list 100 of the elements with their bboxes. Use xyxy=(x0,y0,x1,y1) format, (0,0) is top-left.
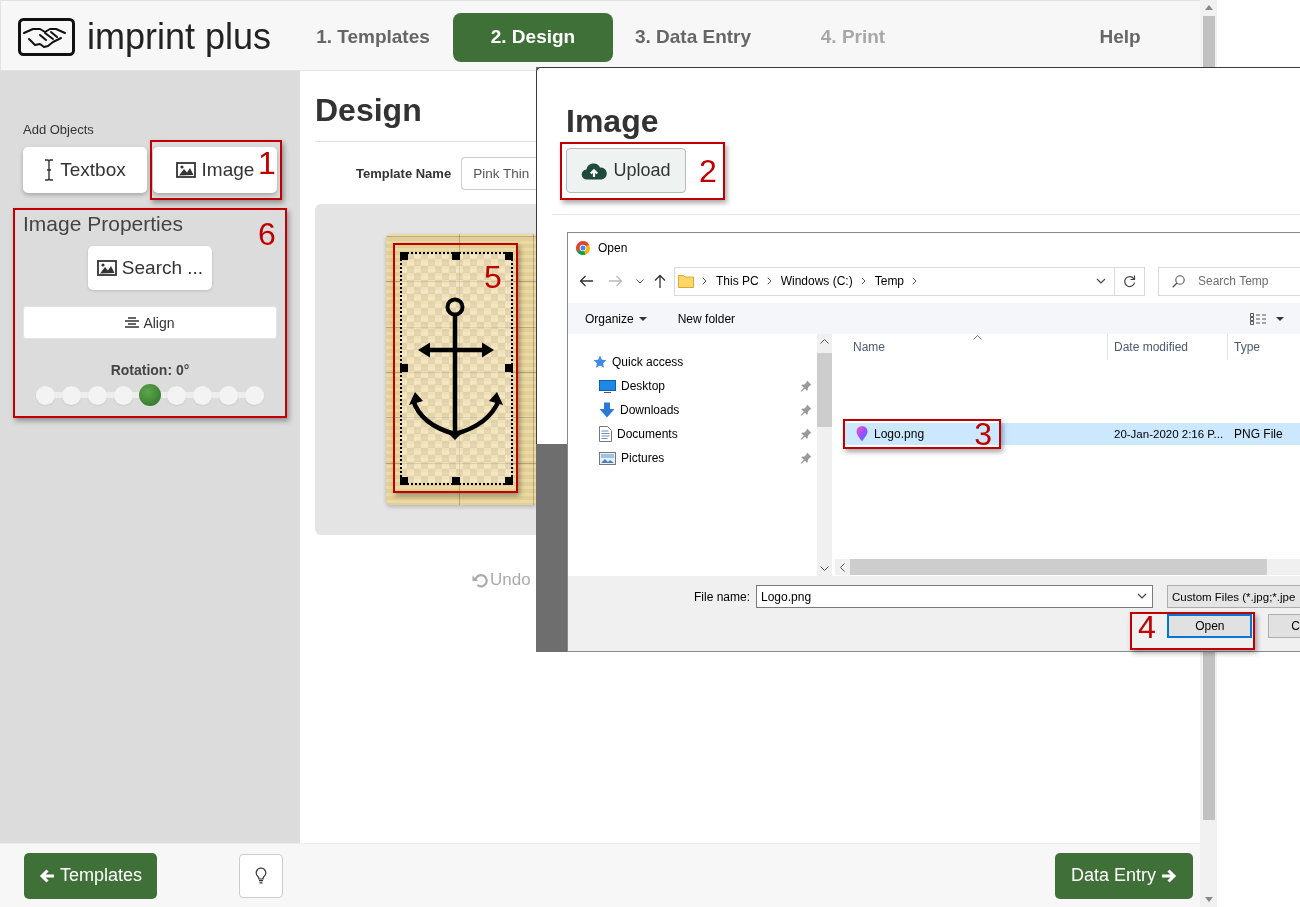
annotation-number: 6 xyxy=(258,218,276,250)
previous-step-button[interactable]: Templates xyxy=(24,852,157,899)
next-step-button[interactable]: Data Entry xyxy=(1055,852,1193,899)
slider-stop[interactable] xyxy=(114,385,134,405)
open-button[interactable]: Open xyxy=(1167,614,1253,638)
dialog-title: Image xyxy=(566,102,660,140)
cancel-button[interactable]: C xyxy=(1268,614,1300,638)
caret-down-icon[interactable] xyxy=(1276,316,1284,321)
scroll-up-icon[interactable] xyxy=(820,339,829,344)
cloud-upload-icon xyxy=(581,161,608,180)
nav-item[interactable]: Downloads xyxy=(568,398,817,422)
star-icon xyxy=(593,355,607,369)
download-arrow-icon xyxy=(599,402,615,418)
column-header[interactable]: Date modified xyxy=(1107,334,1227,360)
pin-icon xyxy=(800,428,812,440)
breadcrumb[interactable]: This PC xyxy=(716,274,759,288)
scroll-down-icon[interactable] xyxy=(1204,897,1213,902)
refresh-icon xyxy=(1123,274,1136,288)
up-arrow-icon[interactable] xyxy=(652,273,668,289)
resize-handle[interactable] xyxy=(400,477,408,485)
upload-button[interactable]: Upload xyxy=(566,148,686,193)
align-button[interactable]: Align xyxy=(23,306,277,339)
slider-stop[interactable] xyxy=(62,385,82,405)
chevron-right-icon[interactable] xyxy=(702,277,707,285)
nav-item[interactable]: Documents xyxy=(568,422,817,446)
forward-arrow-icon[interactable] xyxy=(608,273,624,289)
search-icon xyxy=(1172,274,1185,288)
step-tab[interactable]: 1. Templates xyxy=(293,12,453,62)
search-image-button[interactable]: Search ... xyxy=(88,246,212,290)
step-tab[interactable]: 2. Design xyxy=(453,12,613,62)
slider-stop[interactable] xyxy=(245,385,264,405)
chevron-right-icon[interactable] xyxy=(860,277,866,285)
add-object-button[interactable]: Textbox xyxy=(23,147,147,193)
app-icon xyxy=(576,240,590,255)
chevron-right-icon[interactable] xyxy=(766,277,772,285)
template-name-field[interactable]: Pink Thin xyxy=(461,157,536,190)
resize-handle[interactable] xyxy=(400,252,408,260)
file-type-dropdown[interactable]: Custom Files (*.jpg;*.jpe xyxy=(1167,585,1300,608)
chevron-down-icon[interactable] xyxy=(1096,278,1106,284)
file-date: 20-Jan-2020 2:16 P... xyxy=(1113,428,1225,440)
picture-icon xyxy=(599,451,616,465)
chevron-right-icon[interactable] xyxy=(912,277,918,285)
image-icon xyxy=(96,260,117,276)
file-type: PNG File xyxy=(1233,427,1283,441)
annotation-number: 2 xyxy=(699,154,717,187)
nav-item[interactable]: Desktop xyxy=(568,374,817,398)
scroll-up-icon[interactable] xyxy=(1204,5,1213,10)
section-label: Add Objects xyxy=(23,122,95,138)
view-options-icon[interactable] xyxy=(1250,312,1266,325)
pin-icon xyxy=(800,380,812,392)
chevron-down-icon[interactable] xyxy=(1137,593,1147,599)
file-name-field[interactable]: Logo.png xyxy=(756,585,1153,608)
hint-button[interactable] xyxy=(239,853,283,898)
slider-track[interactable] xyxy=(36,384,264,406)
resize-handle[interactable] xyxy=(452,477,460,485)
folder-icon xyxy=(678,274,694,288)
arrow-right-icon xyxy=(1161,867,1177,884)
nav-item[interactable]: Pictures xyxy=(568,446,817,470)
nav-item[interactable]: Quick access xyxy=(568,350,817,374)
breadcrumb[interactable]: Windows (C:) xyxy=(780,274,853,288)
annotation-number: 1 xyxy=(258,147,276,179)
annotation-number: 5 xyxy=(484,261,502,293)
image-icon xyxy=(175,162,196,178)
new-folder-button[interactable]: New folder xyxy=(677,311,736,326)
step-tab[interactable]: 3. Data Entry xyxy=(613,12,773,62)
arrow-left-icon xyxy=(38,867,55,884)
resize-handle[interactable] xyxy=(505,252,513,260)
panel-title: Image Properties xyxy=(23,211,183,237)
resize-handle[interactable] xyxy=(505,477,513,485)
lightbulb-icon xyxy=(255,866,267,885)
slider-stop[interactable] xyxy=(88,385,108,405)
document-icon xyxy=(599,426,612,442)
placed-image[interactable] xyxy=(400,252,513,485)
slider-stop[interactable] xyxy=(166,385,186,405)
organize-menu[interactable]: Organize xyxy=(585,311,647,326)
pin-icon xyxy=(800,404,812,416)
resize-handle[interactable] xyxy=(452,252,460,260)
resize-handle[interactable] xyxy=(505,364,513,372)
slider-thumb[interactable] xyxy=(139,384,161,406)
file-name: Logo.png xyxy=(874,427,925,441)
chevron-down-icon[interactable] xyxy=(636,278,644,284)
field-label: File name: xyxy=(692,589,750,604)
scroll-left-icon[interactable] xyxy=(840,562,845,572)
caret-down-icon xyxy=(638,316,647,321)
slider-stop[interactable] xyxy=(36,385,55,405)
column-header[interactable]: Type xyxy=(1227,334,1300,360)
back-arrow-icon[interactable] xyxy=(578,273,594,289)
slider-stop[interactable] xyxy=(218,385,238,405)
annotation-number: 4 xyxy=(1138,611,1156,643)
slider-stop[interactable] xyxy=(192,385,212,405)
scrollbar-thumb[interactable] xyxy=(817,353,832,427)
breadcrumb[interactable]: Temp xyxy=(874,274,905,288)
search-field[interactable]: Search Temp xyxy=(1158,266,1300,296)
address-bar[interactable]: This PC Windows (C:) Temp xyxy=(674,266,1145,296)
column-header[interactable]: Name xyxy=(835,334,1107,360)
handshake-logo-icon xyxy=(18,18,75,56)
text-cursor-icon xyxy=(44,159,55,181)
scroll-down-icon[interactable] xyxy=(820,566,829,571)
resize-handle[interactable] xyxy=(400,364,408,372)
help-link[interactable]: Help xyxy=(1040,12,1200,62)
